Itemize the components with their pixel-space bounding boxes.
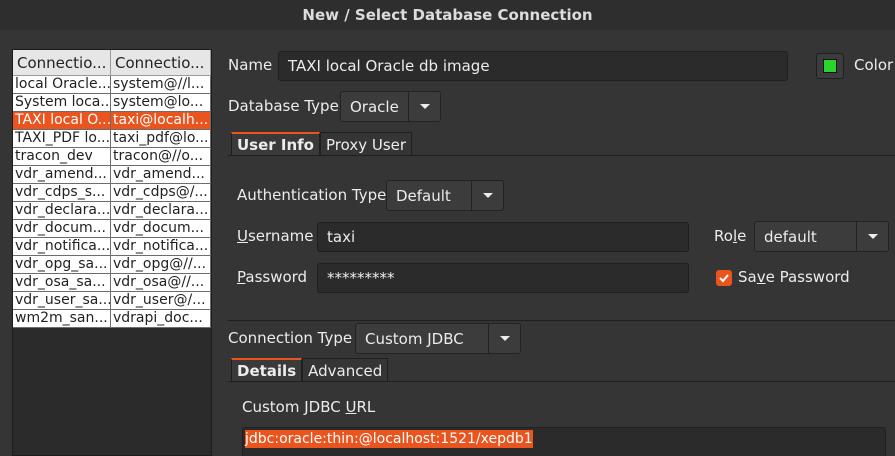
connection-name-cell: vdr_user_sa...: [15, 292, 111, 309]
chevron-down-icon: [856, 222, 888, 251]
connection-row[interactable]: vdr_declara... vdr_declara...: [13, 202, 211, 220]
authentication-type-select[interactable]: Default: [386, 180, 504, 211]
connection-name-cell: vdr_notifica...: [15, 238, 111, 255]
connection-name-cell: tracon_dev: [13, 148, 111, 165]
connection-row[interactable]: vdr_notifica... vdr_notifica...: [13, 238, 211, 256]
connection-string-cell: taxi@localh...: [111, 112, 211, 129]
connection-row[interactable]: vdr_user_sa... vdr_user@/...: [13, 292, 211, 310]
connection-row[interactable]: tracon_dev tracon@//o...: [13, 148, 211, 166]
connection-name-cell: TAXI_PDF lo...: [15, 130, 111, 147]
color-picker-button[interactable]: [816, 53, 844, 79]
connection-row[interactable]: vdr_opg_sa... vdr_opg@//...: [13, 256, 211, 274]
connection-string-cell: taxi_pdf@lo...: [111, 130, 211, 147]
connection-string-cell: vdrapi_doc...: [111, 310, 211, 327]
tab-user-info[interactable]: User Info: [231, 132, 320, 156]
custom-jdbc-url-input[interactable]: jdbc:oracle:thin:@localhost:1521/xepdb1: [242, 427, 886, 456]
connection-string-cell: vdr_user@/...: [111, 292, 211, 309]
connection-list-header: Connectio... Connectio...: [13, 50, 211, 76]
connection-string-cell: vdr_notifica...: [111, 238, 211, 255]
connection-string-cell: system@//l...: [111, 76, 211, 93]
color-swatch: [823, 59, 837, 73]
tab-details[interactable]: Details: [231, 358, 303, 382]
color-label: Color: [854, 56, 894, 74]
connection-string-cell: system@lo...: [111, 94, 211, 111]
connection-name-cell: local Oracle...: [15, 76, 111, 93]
connection-rows: local Oracle... system@//l... System loca.…: [13, 76, 211, 328]
connection-row[interactable]: vdr_amend... vdr_amend...: [13, 166, 211, 184]
connection-string-cell: vdr_cdps@/...: [111, 184, 211, 201]
connection-name-cell: vdr_osa_sa...: [13, 274, 111, 291]
password-input[interactable]: *********: [317, 263, 689, 293]
connection-name-cell: vdr_cdps_s...: [13, 184, 111, 201]
password-label: Password: [237, 268, 308, 286]
user-tabs: User Info Proxy User: [231, 132, 413, 156]
connection-list[interactable]: Connectio... Connectio... local Oracle..…: [12, 49, 212, 456]
role-select[interactable]: default: [754, 221, 889, 252]
username-input[interactable]: taxi: [317, 222, 689, 252]
name-label: Name: [228, 56, 273, 74]
connection-row[interactable]: TAXI_PDF lo... taxi_pdf@lo...: [13, 130, 211, 148]
tab-panel-border: [228, 155, 895, 156]
checkmark-icon: [719, 274, 729, 283]
connection-type-value: Custom JDBC: [365, 329, 464, 348]
tab-advanced[interactable]: Advanced: [302, 358, 389, 382]
connection-name-cell: vdr_opg_sa...: [13, 256, 111, 273]
connection-row[interactable]: System loca... system@lo...: [13, 94, 211, 112]
connection-name-cell: vdr_declara...: [15, 202, 111, 219]
connection-string-cell: vdr_amend...: [111, 166, 211, 183]
authentication-type-label: Authentication Type: [237, 186, 387, 204]
jdbc-url-selected-text: jdbc:oracle:thin:@localhost:1521/xepdb1: [245, 430, 533, 448]
connection-row[interactable]: local Oracle... system@//l...: [13, 76, 211, 94]
connection-tabs: Details Advanced: [231, 358, 389, 382]
column-header-name[interactable]: Connectio...: [13, 50, 111, 76]
custom-jdbc-url-label: Custom JDBC URL: [242, 398, 376, 416]
section-divider: [228, 320, 895, 321]
database-type-value: Oracle: [350, 97, 399, 116]
connection-row[interactable]: vdr_osa_sa... vdr_osa@//...: [13, 274, 211, 292]
database-type-select[interactable]: Oracle: [340, 91, 441, 122]
connection-name-cell: System loca...: [15, 94, 111, 111]
name-input[interactable]: TAXI local Oracle db image: [278, 51, 788, 81]
role-label: Role: [714, 227, 747, 245]
connection-row[interactable]: vdr_docum... vdr_docum...: [13, 220, 211, 238]
role-value: default: [764, 227, 817, 246]
connection-row[interactable]: vdr_cdps_s... vdr_cdps@/...: [13, 184, 211, 202]
connection-type-label: Connection Type: [228, 329, 353, 347]
connection-type-select[interactable]: Custom JDBC: [355, 323, 521, 354]
database-type-label: Database Type: [228, 97, 339, 115]
connection-name-cell: vdr_amend...: [13, 166, 111, 183]
connection-string-cell: vdr_osa@//...: [111, 274, 211, 291]
chevron-down-icon: [408, 92, 440, 121]
chevron-down-icon: [488, 324, 520, 353]
connection-string-cell: vdr_declara...: [111, 202, 211, 219]
username-label: Username: [237, 227, 314, 245]
tab-proxy-user[interactable]: Proxy User: [320, 132, 413, 156]
tab-panel-border: [228, 381, 895, 382]
connection-string-cell: vdr_opg@//...: [111, 256, 211, 273]
chevron-down-icon: [471, 181, 503, 210]
save-password-label[interactable]: Save Password: [738, 268, 850, 286]
save-password-checkbox[interactable]: [716, 270, 732, 286]
column-header-connection[interactable]: Connectio...: [111, 50, 211, 76]
authentication-type-value: Default: [396, 186, 451, 205]
window-title: New / Select Database Connection: [0, 0, 895, 30]
connection-name-cell: TAXI local O...: [15, 112, 111, 129]
connection-row[interactable]: wm2m_san... vdrapi_doc...: [13, 310, 211, 328]
connection-row[interactable]: TAXI local O... taxi@localh...: [13, 112, 211, 130]
connection-name-cell: wm2m_san...: [13, 310, 111, 327]
connection-name-cell: vdr_docum...: [13, 220, 111, 237]
connection-string-cell: vdr_docum...: [111, 220, 211, 237]
connection-string-cell: tracon@//o...: [111, 148, 211, 165]
